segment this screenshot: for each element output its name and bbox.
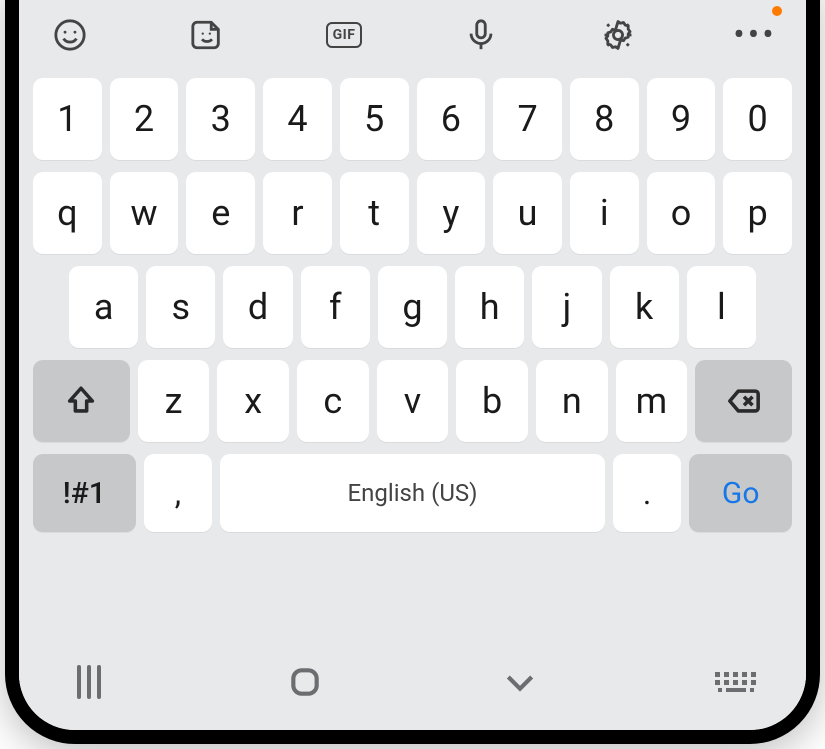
comma-key[interactable]: , — [144, 454, 212, 532]
key-m[interactable]: m — [616, 360, 688, 442]
mic-icon[interactable] — [458, 12, 504, 58]
letter-row-3: z x c v b n m — [33, 360, 792, 442]
keyboard-toolbar: GIF ••• — [19, 0, 806, 74]
notification-dot — [772, 6, 782, 16]
back-button[interactable] — [490, 662, 550, 702]
space-key[interactable]: English (US) — [220, 454, 605, 532]
key-1[interactable]: 1 — [33, 78, 102, 160]
gif-label: GIF — [326, 22, 363, 48]
chevron-down-icon — [500, 662, 540, 702]
key-rows: 1 2 3 4 5 6 7 8 9 0 q w e r t y — [19, 74, 806, 542]
key-e[interactable]: e — [186, 172, 255, 254]
key-3[interactable]: 3 — [186, 78, 255, 160]
key-i[interactable]: i — [570, 172, 639, 254]
period-key[interactable]: . — [613, 454, 681, 532]
sticker-icon[interactable] — [184, 12, 230, 58]
key-9[interactable]: 9 — [647, 78, 716, 160]
key-y[interactable]: y — [417, 172, 486, 254]
key-d[interactable]: d — [223, 266, 292, 348]
key-8[interactable]: 8 — [570, 78, 639, 160]
key-r[interactable]: r — [263, 172, 332, 254]
key-0[interactable]: 0 — [723, 78, 792, 160]
backspace-icon — [727, 384, 761, 418]
key-b[interactable]: b — [456, 360, 528, 442]
key-z[interactable]: z — [138, 360, 210, 442]
shift-key[interactable] — [33, 360, 130, 442]
shift-icon — [64, 384, 98, 418]
symbol-key[interactable]: !#1 — [33, 454, 136, 532]
key-c[interactable]: c — [297, 360, 369, 442]
keyboard-icon — [715, 672, 756, 692]
key-7[interactable]: 7 — [493, 78, 562, 160]
key-v[interactable]: v — [377, 360, 449, 442]
key-s[interactable]: s — [146, 266, 215, 348]
gif-icon[interactable]: GIF — [321, 12, 367, 58]
home-button[interactable] — [275, 662, 335, 702]
key-q[interactable]: q — [33, 172, 102, 254]
key-2[interactable]: 2 — [110, 78, 179, 160]
device-shell: GIF ••• 1 2 3 4 — [5, 0, 820, 744]
key-g[interactable]: g — [378, 266, 447, 348]
bottom-row: !#1 , English (US) . Go — [33, 454, 792, 532]
key-j[interactable]: j — [532, 266, 601, 348]
letter-row-1: q w e r t y u i o p — [33, 172, 792, 254]
number-row: 1 2 3 4 5 6 7 8 9 0 — [33, 78, 792, 160]
key-a[interactable]: a — [69, 266, 138, 348]
key-t[interactable]: t — [340, 172, 409, 254]
key-5[interactable]: 5 — [340, 78, 409, 160]
key-p[interactable]: p — [723, 172, 792, 254]
navigation-bar — [19, 644, 806, 730]
recents-icon — [77, 665, 101, 699]
phone-frame: GIF ••• 1 2 3 4 — [0, 0, 825, 749]
key-4[interactable]: 4 — [263, 78, 332, 160]
key-w[interactable]: w — [110, 172, 179, 254]
go-key[interactable]: Go — [689, 454, 792, 532]
home-icon — [285, 662, 325, 702]
backspace-key[interactable] — [695, 360, 792, 442]
keyboard-panel: GIF ••• 1 2 3 4 — [19, 0, 806, 730]
emoji-icon[interactable] — [47, 12, 93, 58]
key-n[interactable]: n — [536, 360, 608, 442]
letter-row-2: a s d f g h j k l — [33, 266, 792, 348]
hide-keyboard-button[interactable] — [706, 662, 766, 702]
key-f[interactable]: f — [301, 266, 370, 348]
key-k[interactable]: k — [610, 266, 679, 348]
key-l[interactable]: l — [687, 266, 756, 348]
key-x[interactable]: x — [217, 360, 289, 442]
key-o[interactable]: o — [647, 172, 716, 254]
key-6[interactable]: 6 — [417, 78, 486, 160]
key-u[interactable]: u — [493, 172, 562, 254]
recents-button[interactable] — [59, 662, 119, 702]
gear-icon[interactable] — [595, 12, 641, 58]
more-icon[interactable]: ••• — [732, 12, 778, 58]
key-h[interactable]: h — [455, 266, 524, 348]
